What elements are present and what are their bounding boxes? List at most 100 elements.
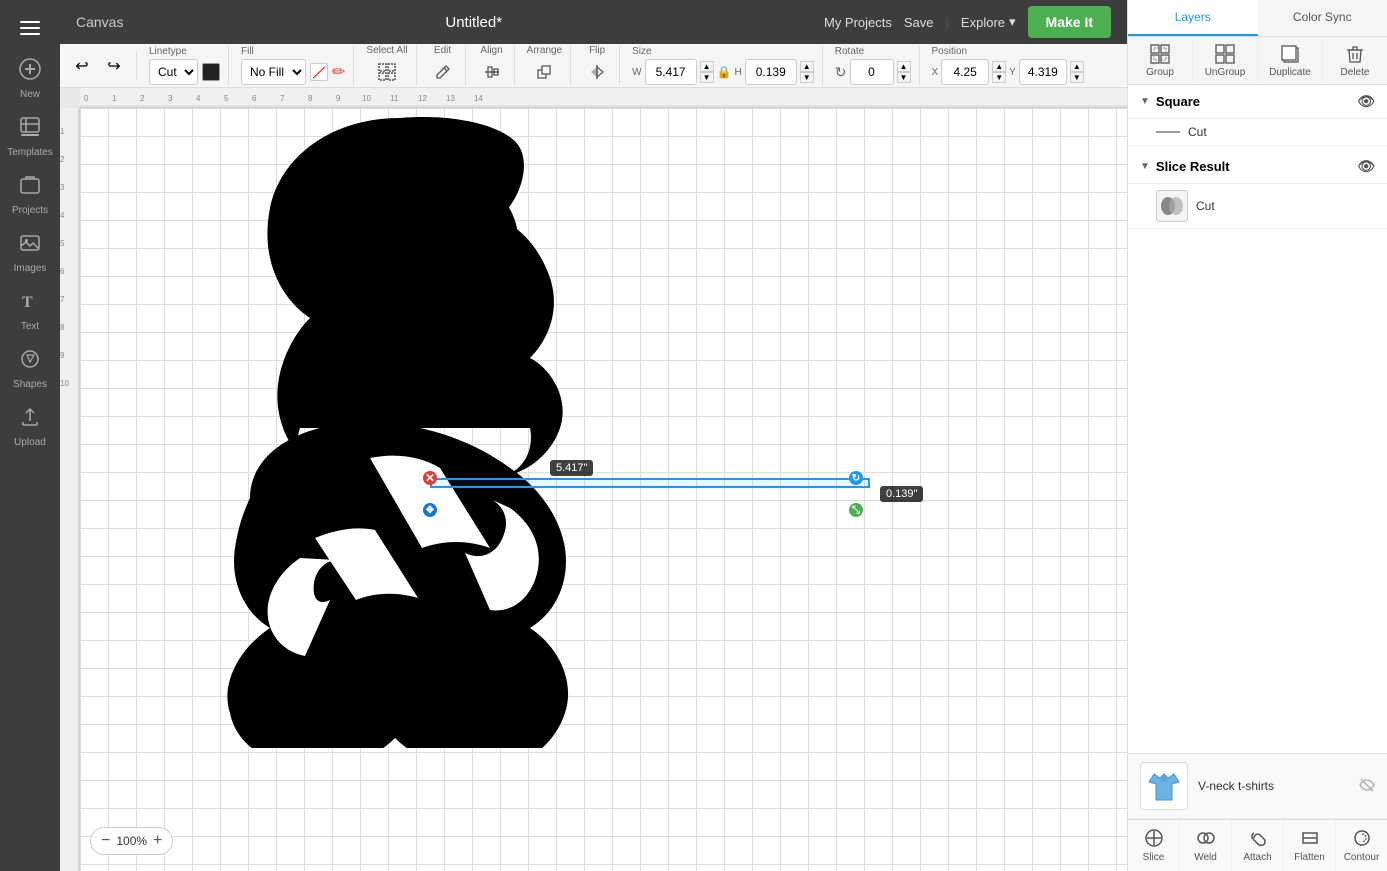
weld-icon [1196,828,1216,848]
position-y-down[interactable]: ▼ [1070,72,1084,83]
sidebar-item-images[interactable]: Images [2,226,58,280]
top-bar-left: Canvas [76,14,123,30]
sidebar-item-shapes[interactable]: Shapes [2,342,58,396]
redo-button[interactable]: ↪ [100,52,128,80]
position-x-down[interactable]: ▼ [992,72,1006,83]
edit-button[interactable] [429,58,457,86]
projects-icon [19,174,41,202]
square-arrow-icon[interactable]: ▼ [1140,96,1150,107]
align-group: Align [478,45,515,86]
text-icon: T [19,290,41,318]
svg-text:10: 10 [60,379,69,388]
sidebar-new-label: New [20,89,40,100]
align-button[interactable] [478,58,506,86]
sidebar-templates-label: Templates [7,147,53,158]
edit-label: Edit [434,45,451,56]
svg-text:8: 8 [60,323,65,332]
rotate-group: Rotate ↻ ▲ ▼ [835,46,920,85]
zoom-out-button[interactable]: − [101,832,110,850]
sidebar-item-templates[interactable]: Templates [2,110,58,164]
sidebar-item-projects[interactable]: Projects [2,168,58,222]
select-all-label: Select All [366,45,407,56]
preview-row: V-neck t-shirts [1128,754,1387,819]
selection-handle-scale[interactable]: ⤡ [849,503,863,517]
tab-layers[interactable]: Layers [1128,0,1258,36]
menu-button[interactable] [10,8,50,48]
lock-icon[interactable]: 🔒 [717,65,732,79]
size-h-down[interactable]: ▼ [800,72,814,83]
fill-group: Fill No Fill ✏ [241,46,354,85]
main-area: Canvas Untitled* My Projects Save | Expl… [60,0,1127,871]
sidebar-item-upload[interactable]: Upload [2,400,58,454]
size-label: Size [632,46,651,57]
selection-handle-move[interactable]: ✥ [423,503,437,517]
right-panel-tabs: Layers Color Sync [1128,0,1387,37]
position-y-up[interactable]: ▲ [1070,61,1084,72]
select-all-button[interactable] [373,58,401,86]
svg-text:1: 1 [60,127,65,136]
save-link[interactable]: Save [904,15,934,30]
sidebar-images-label: Images [14,263,47,274]
edit-group: Edit [429,45,466,86]
delete-button[interactable]: Delete [1323,37,1387,84]
rotate-up[interactable]: ▲ [897,61,911,72]
tab-color-sync[interactable]: Color Sync [1258,0,1387,36]
weld-action-btn[interactable]: Weld [1180,820,1232,871]
position-x-input[interactable] [941,59,989,85]
upload-icon [19,406,41,434]
fill-pencil-icon[interactable]: ✏ [332,62,345,82]
linetype-select[interactable]: Cut [149,59,198,85]
position-y-input[interactable] [1019,59,1067,85]
size-w-down[interactable]: ▼ [700,72,714,83]
zoom-in-button[interactable]: + [153,832,162,850]
svg-text:7: 7 [60,295,65,304]
fill-select[interactable]: No Fill [241,59,306,85]
slice-result-eye-icon[interactable]: 👁 [1357,158,1375,175]
slice-result-arrow-icon[interactable]: ▼ [1140,161,1150,172]
size-h-input[interactable] [745,59,797,85]
sidebar-item-text[interactable]: T Text [2,284,58,338]
slice-result-cut-label: Cut [1196,199,1215,213]
right-panel: Layers Color Sync Group UnGroup [1127,0,1387,871]
selection-handle-rotate[interactable]: ↻ [849,471,863,485]
layers-content: ▼ Square 👁 Cut ▼ Slice Result 👁 Cut [1128,85,1387,753]
height-dimension-tooltip: 0.139" [880,486,923,502]
sidebar-text-label: Text [21,321,39,332]
slice-action-btn[interactable]: Slice [1128,820,1180,871]
explore-button[interactable]: Explore ▾ [961,14,1016,30]
rotate-down[interactable]: ▼ [897,72,911,83]
fill-color-swatch[interactable] [310,63,328,81]
ungroup-button[interactable]: UnGroup [1193,37,1258,84]
preview-hide-icon[interactable] [1359,777,1375,796]
contour-label: Contour [1344,852,1380,863]
linetype-color-swatch[interactable] [202,63,220,81]
position-x-up[interactable]: ▲ [992,61,1006,72]
my-projects-link[interactable]: My Projects [824,15,892,30]
contour-action-btn[interactable]: Contour [1336,820,1387,871]
shapes-icon [19,348,41,376]
size-w-up[interactable]: ▲ [700,61,714,72]
rotate-input[interactable] [850,59,894,85]
arrange-button[interactable] [530,58,558,86]
size-w-input[interactable] [645,59,697,85]
flip-button[interactable] [583,58,611,86]
sidebar-item-new[interactable]: New [2,52,58,106]
duplicate-button[interactable]: Duplicate [1258,37,1323,84]
position-y-label: Y [1009,67,1016,78]
attach-icon [1248,828,1268,848]
make-it-button[interactable]: Make It [1028,6,1111,38]
slice-label: Slice [1143,852,1165,863]
selection-handle-delete[interactable]: ✕ [423,471,437,485]
svg-text:0: 0 [84,94,89,103]
group-button[interactable]: Group [1128,37,1193,84]
size-h-up[interactable]: ▲ [800,61,814,72]
canvas-container[interactable]: 0 1 2 3 4 5 6 7 8 9 10 11 12 13 14 1 [60,88,1127,871]
undo-button[interactable]: ↩ [68,52,96,80]
position-x-label: X [932,67,939,78]
selection-box[interactable] [430,478,870,488]
fill-label: Fill [241,46,254,57]
attach-action-btn[interactable]: Attach [1232,820,1284,871]
sidebar-shapes-label: Shapes [13,379,47,390]
square-eye-icon[interactable]: 👁 [1357,93,1375,110]
flatten-action-btn[interactable]: Flatten [1284,820,1336,871]
